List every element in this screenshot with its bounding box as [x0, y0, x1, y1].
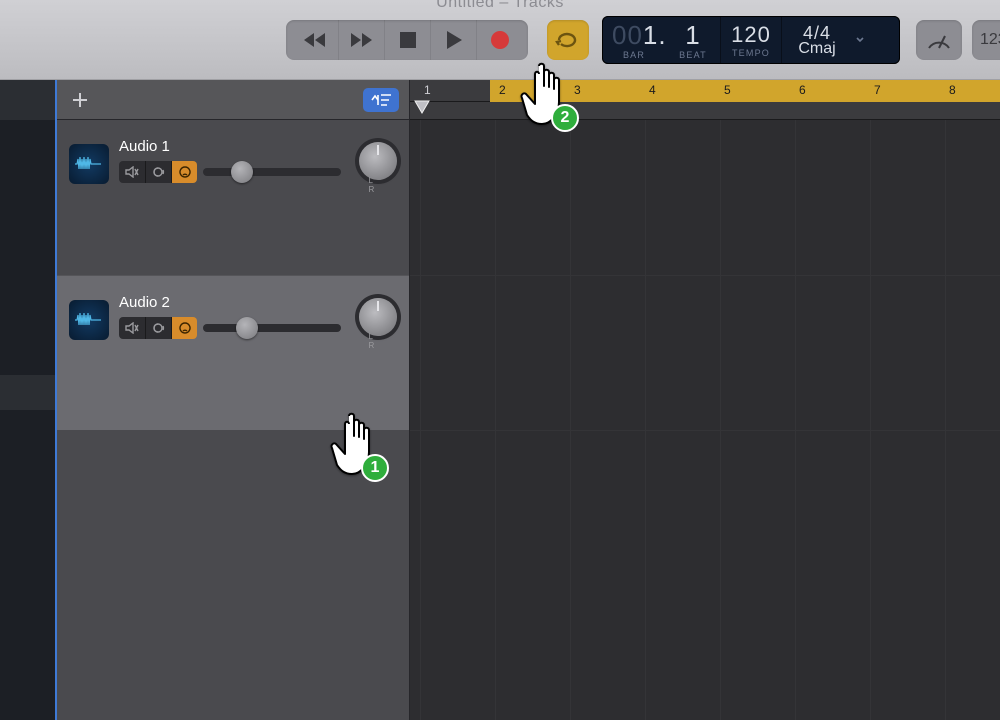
- volume-slider[interactable]: [203, 324, 341, 332]
- mute-button[interactable]: [119, 317, 145, 339]
- ruler-bar-number: 2: [499, 83, 506, 97]
- rewind-button[interactable]: [292, 20, 338, 60]
- track-header-panel: Audio 1 L R: [55, 80, 410, 720]
- timeline-ruler[interactable]: 1 2 3 4 5 6 7 8: [410, 80, 1000, 102]
- record-enable-button[interactable]: [171, 161, 197, 183]
- play-button[interactable]: [430, 20, 476, 60]
- mute-button[interactable]: [119, 161, 145, 183]
- playhead[interactable]: [414, 100, 430, 119]
- document-title: Untitled – Tracks: [0, 0, 1000, 12]
- record-enable-button[interactable]: [171, 317, 197, 339]
- arrange-area[interactable]: 1 2 3 4 5 6 7 8: [410, 80, 1000, 720]
- lcd-display: 001. BAR 1 BEAT 120 TEMPO 4/4 Cmaj: [602, 16, 900, 64]
- cycle-button[interactable]: [547, 20, 589, 60]
- track-filter-button[interactable]: [363, 88, 399, 112]
- left-gutter: [0, 80, 55, 720]
- track-header[interactable]: Audio 2 L R: [57, 275, 409, 430]
- ruler-bar-number: 6: [799, 83, 806, 97]
- track-name[interactable]: Audio 1: [119, 138, 347, 155]
- forward-button[interactable]: [338, 20, 384, 60]
- track-panel-header: [57, 80, 409, 120]
- pan-knob[interactable]: L R: [359, 298, 397, 336]
- stop-button[interactable]: [384, 20, 430, 60]
- pan-knob[interactable]: L R: [359, 142, 397, 180]
- add-track-button[interactable]: [67, 89, 93, 111]
- record-button[interactable]: [476, 20, 522, 60]
- top-toolbar: Untitled – Tracks 001. BAR 1 BEAT: [0, 0, 1000, 80]
- cycle-region[interactable]: [490, 80, 1000, 102]
- tuner-button[interactable]: [916, 20, 962, 60]
- lcd-key[interactable]: 4/4 Cmaj: [782, 16, 852, 64]
- ruler-bar-number: 5: [724, 83, 731, 97]
- solo-button[interactable]: [145, 317, 171, 339]
- volume-slider[interactable]: [203, 168, 341, 176]
- lcd-bar[interactable]: 001. BAR: [602, 16, 666, 64]
- track-header[interactable]: Audio 1 L R: [57, 120, 409, 275]
- timeline-subruler[interactable]: [410, 102, 1000, 120]
- ruler-bar-number: 4: [649, 83, 656, 97]
- ruler-bar-number: 7: [874, 83, 881, 97]
- workspace: Audio 1 L R: [0, 80, 1000, 720]
- track-name[interactable]: Audio 2: [119, 294, 347, 311]
- transport-controls: [286, 20, 528, 60]
- ruler-bar-number: 1: [424, 83, 431, 97]
- solo-button[interactable]: [145, 161, 171, 183]
- lcd-menu-chevron[interactable]: [852, 16, 868, 64]
- lcd-tempo[interactable]: 120 TEMPO: [721, 16, 781, 64]
- ruler-bar-number: 3: [574, 83, 581, 97]
- ruler-bar-number: 8: [949, 83, 956, 97]
- track-type-icon: [69, 300, 109, 340]
- count-in-button[interactable]: 1234: [972, 20, 1000, 60]
- track-type-icon: [69, 144, 109, 184]
- lcd-beat[interactable]: 1 BEAT: [666, 16, 720, 64]
